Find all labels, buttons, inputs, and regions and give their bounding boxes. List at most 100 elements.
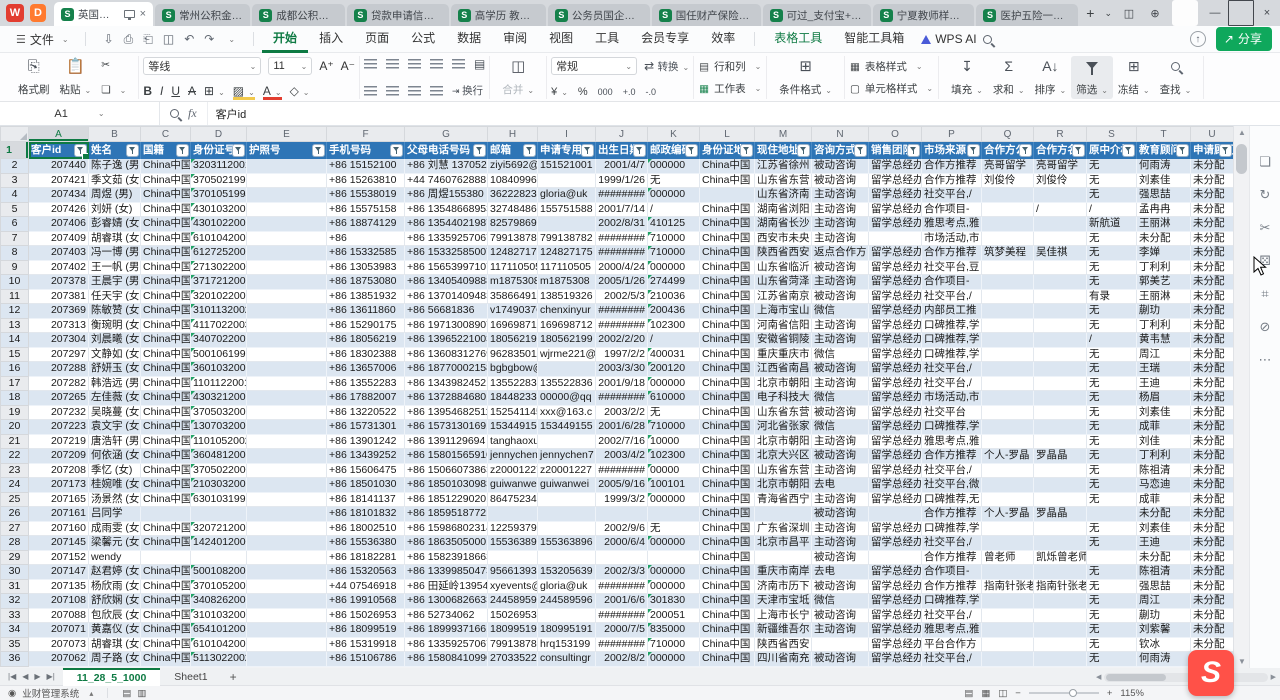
- screen-cast-icon[interactable]: [124, 10, 135, 18]
- rows-columns-button[interactable]: ▤行和列⌄: [696, 58, 764, 75]
- cell[interactable]: 135522836: [488, 376, 538, 391]
- cell[interactable]: [247, 637, 327, 652]
- font-name-select[interactable]: 等线⌄: [143, 57, 261, 75]
- cell[interactable]: 207160: [29, 521, 89, 536]
- cell[interactable]: 陈敏赞 (女: [89, 304, 141, 319]
- cell[interactable]: [247, 376, 327, 391]
- cell[interactable]: [1034, 565, 1087, 580]
- cell[interactable]: 留学总经办: [869, 449, 922, 464]
- cell[interactable]: 桂婉唯 (女: [89, 478, 141, 493]
- cell[interactable]: 四川省南充: [755, 652, 812, 667]
- cell[interactable]: 2001/4/7: [596, 159, 648, 174]
- cell[interactable]: 留学总经办: [869, 188, 922, 203]
- cell[interactable]: 2002/3/3: [596, 565, 648, 580]
- cell-style-button[interactable]: ▢单元格样式⌄: [847, 80, 936, 97]
- row-number[interactable]: 9: [1, 260, 29, 275]
- cell[interactable]: China中国: [141, 362, 191, 377]
- cell[interactable]: +86 15575158: [327, 202, 405, 217]
- cell[interactable]: 1999/3/2: [596, 492, 648, 507]
- cell[interactable]: 舒妍玉 (女: [89, 362, 141, 377]
- cell[interactable]: 117110505: [488, 260, 538, 275]
- cell[interactable]: 北京市朝阳: [755, 478, 812, 493]
- cell[interactable]: [982, 594, 1034, 609]
- cell[interactable]: chenxinyur: [538, 304, 596, 319]
- cell[interactable]: +86 13728846801: [405, 391, 488, 406]
- cell[interactable]: 2001/6/28: [596, 420, 648, 435]
- cell[interactable]: China中国: [700, 376, 755, 391]
- cell[interactable]: [247, 507, 327, 522]
- cell[interactable]: 10000: [648, 434, 700, 449]
- cell[interactable]: +86 15026953: [327, 608, 405, 623]
- cell[interactable]: 207219: [29, 434, 89, 449]
- cell[interactable]: ########: [596, 231, 648, 246]
- freeze-button[interactable]: ⊞ 冻结⌄: [1113, 56, 1155, 99]
- cell[interactable]: 衡琬明 (女: [89, 318, 141, 333]
- cell[interactable]: 152541145: [488, 405, 538, 420]
- cell[interactable]: 无: [648, 173, 700, 188]
- wps-ai-button[interactable]: WPS AI: [921, 32, 976, 46]
- cell[interactable]: +86 18501030983: [405, 478, 488, 493]
- first-sheet-icon[interactable]: |◀: [8, 672, 16, 681]
- cell[interactable]: bgbgbow@: [488, 362, 538, 377]
- document-tab[interactable]: S公务员国企事业单: [548, 4, 650, 26]
- print-icon[interactable]: ⎙: [124, 32, 134, 47]
- cell[interactable]: 彭睿婧 (女: [89, 217, 141, 232]
- cell[interactable]: 罗晶晶: [1034, 507, 1087, 522]
- cell[interactable]: 社交平台,/: [922, 608, 982, 623]
- cell[interactable]: China中国: [141, 637, 191, 652]
- last-sheet-icon[interactable]: ▶|: [47, 672, 55, 681]
- cell[interactable]: +86 18595187721: [405, 507, 488, 522]
- cell[interactable]: 口碑推荐,学: [922, 594, 982, 609]
- cell[interactable]: [247, 623, 327, 638]
- cell[interactable]: 刘妍 (女): [89, 202, 141, 217]
- filter-dropdown-icon[interactable]: [798, 145, 809, 156]
- globe-icon[interactable]: ⊕: [1142, 0, 1168, 26]
- minimize-button[interactable]: —: [1202, 0, 1228, 26]
- cell[interactable]: 被动咨询: [812, 289, 869, 304]
- cell[interactable]: [247, 159, 327, 174]
- cell[interactable]: 合作方推荐: [922, 449, 982, 464]
- horizontal-scrollbar[interactable]: ◀ ▶: [1096, 671, 1276, 683]
- cell[interactable]: 207369: [29, 304, 89, 319]
- cell[interactable]: 956613934: [488, 565, 538, 580]
- column-header-O[interactable]: O: [869, 127, 922, 142]
- cell[interactable]: 2002/8/31: [596, 217, 648, 232]
- column-header-N[interactable]: N: [812, 127, 869, 142]
- cell[interactable]: 320311200104077915: [191, 159, 247, 174]
- cell[interactable]: 155363896: [538, 536, 596, 551]
- cell[interactable]: +86 15538019: [327, 188, 405, 203]
- cell[interactable]: China中国: [141, 521, 191, 536]
- cell[interactable]: 丁利利: [1137, 318, 1191, 333]
- cell[interactable]: 上海市长宁: [755, 608, 812, 623]
- cell[interactable]: 151521001: [538, 159, 596, 174]
- header-cell[interactable]: 邮箱: [488, 142, 538, 159]
- workspace-icon[interactable]: ◫: [1116, 0, 1142, 26]
- cell[interactable]: 未分配: [1137, 550, 1191, 565]
- cell[interactable]: [247, 304, 327, 319]
- cell[interactable]: 207135: [29, 579, 89, 594]
- forbid-icon[interactable]: ⊘: [1260, 319, 1271, 335]
- cell[interactable]: [538, 521, 596, 536]
- cell[interactable]: China中国: [700, 202, 755, 217]
- cell[interactable]: 207402: [29, 260, 89, 275]
- cell[interactable]: 500106199702210321: [191, 347, 247, 362]
- cell[interactable]: [247, 362, 327, 377]
- cell[interactable]: 亮哥留学: [1034, 159, 1087, 174]
- cell[interactable]: 207440: [29, 159, 89, 174]
- cell[interactable]: 黄韦慧: [1137, 333, 1191, 348]
- cell[interactable]: [247, 594, 327, 609]
- cell[interactable]: 主动咨询: [812, 536, 869, 551]
- cell[interactable]: /: [1087, 333, 1137, 348]
- cell[interactable]: +86 18770002158: [405, 362, 488, 377]
- cell[interactable]: 陈祖清: [1137, 565, 1191, 580]
- cell[interactable]: +86 18002510: [327, 521, 405, 536]
- header-cell[interactable]: 教育顾问: [1137, 142, 1191, 159]
- cell[interactable]: 留学总经办: [869, 420, 922, 435]
- cell[interactable]: +86 18635050001: [405, 536, 488, 551]
- close-button[interactable]: ×: [1254, 0, 1280, 26]
- cell[interactable]: 周江: [1137, 347, 1191, 362]
- row-number[interactable]: 22: [1, 449, 29, 464]
- cell[interactable]: ########: [596, 304, 648, 319]
- cell[interactable]: 主动咨询: [812, 333, 869, 348]
- cell[interactable]: 微信: [812, 391, 869, 406]
